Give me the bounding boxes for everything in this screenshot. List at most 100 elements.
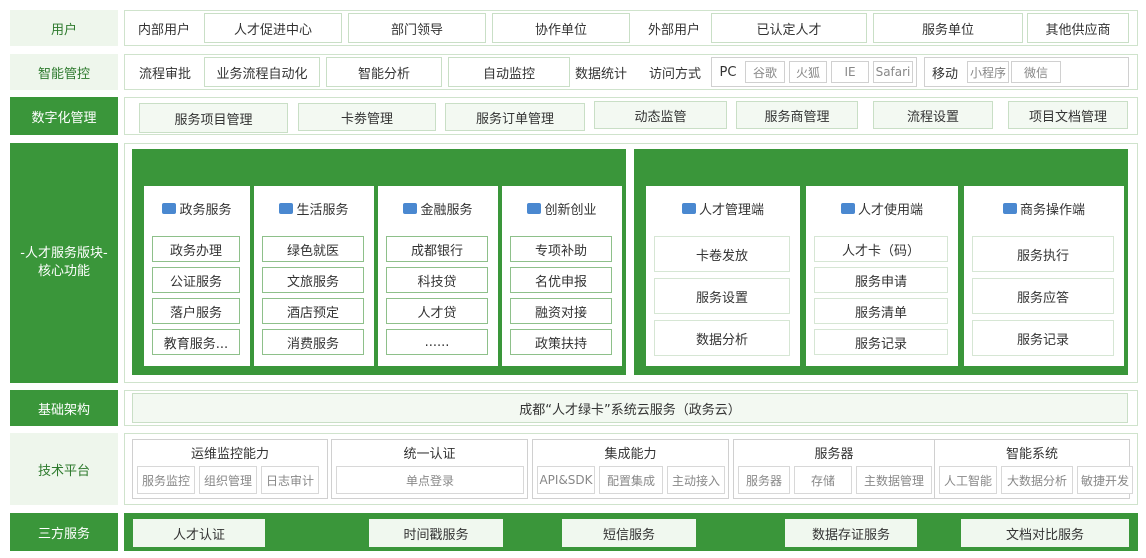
- digital-card-voucher: 卡劵管理: [298, 103, 436, 131]
- core-label-line1: -人才服务版块-: [20, 246, 108, 261]
- row-label-digital: 数字化管理: [10, 97, 118, 135]
- core-label-line2: 核心功能: [37, 264, 90, 279]
- external-users-label: 外部用户: [647, 22, 700, 38]
- user-manage-icon: [681, 202, 696, 214]
- browser-ie: IE: [831, 61, 869, 83]
- tech-sub-item: 大数据分析: [1001, 466, 1073, 494]
- digital-process-settings: 流程设置: [873, 101, 993, 129]
- tech-sub-item: 单点登录: [336, 466, 524, 494]
- core-card-item: 人才贷: [386, 298, 488, 324]
- core-card-title: 人才管理端: [646, 196, 800, 220]
- core-card-title: 政务服务: [144, 196, 250, 220]
- core-card-item: 专项补助: [510, 236, 612, 262]
- tech-sub-item: 服务监控: [137, 466, 195, 494]
- flow-automation: 业务流程自动化: [204, 57, 320, 87]
- tech-sub-item: 主动接入: [667, 466, 725, 494]
- access-method-label: 访问方式: [648, 66, 701, 82]
- digital-service-order: 服务订单管理: [445, 103, 585, 131]
- core-card-item: 人才卡（码）: [814, 236, 948, 262]
- core-card-title-text: 金融服务: [420, 202, 473, 218]
- core-card-title: 金融服务: [378, 196, 498, 220]
- browser-safari: Safari: [873, 61, 913, 83]
- internal-users-label: 内部用户: [137, 22, 190, 38]
- mobile-label: 移动: [931, 66, 958, 82]
- digital-provider-management: 服务商管理: [736, 101, 858, 129]
- core-card-item: 教育服务...: [152, 329, 240, 355]
- core-card-item: 酒店预定: [262, 298, 364, 324]
- core-card-item: 服务执行: [972, 236, 1114, 272]
- third-party-item: 人才认证: [132, 518, 266, 548]
- core-card-title-text: 创新创业: [544, 202, 597, 218]
- user-partner-unit: 协作单位: [492, 13, 630, 43]
- tech-sub-item: 存储: [794, 466, 852, 494]
- row-label-users: 用户: [10, 10, 118, 46]
- core-card-item: 政策扶持: [510, 329, 612, 355]
- third-party-item: 时间戳服务: [368, 518, 504, 548]
- core-card-title: 人才使用端: [806, 196, 958, 220]
- core-card-title-text: 人才管理端: [698, 202, 764, 218]
- tech-sub-item: API&SDK: [537, 466, 595, 494]
- digital-service-project: 服务项目管理: [139, 103, 288, 133]
- tech-sub-item: 配置集成: [599, 466, 663, 494]
- core-card-item: 消费服务: [262, 329, 364, 355]
- core-card-item: 文旅服务: [262, 267, 364, 293]
- infra-cloud-service: 成都“人才绿卡”系统云服务（政务云）: [132, 393, 1128, 423]
- flow-auto-monitor: 自动监控: [448, 57, 570, 87]
- row-label-smart-control: 智能管控: [10, 54, 118, 90]
- third-party-item: 文档对比服务: [960, 518, 1130, 548]
- core-card-item: 服务记录: [814, 329, 948, 355]
- user-other-supplier: 其他供应商: [1027, 13, 1129, 43]
- flow-smart-analysis: 智能分析: [326, 57, 442, 87]
- core-card-item: 政务办理: [152, 236, 240, 262]
- tech-sub-item: 服务器: [738, 466, 790, 494]
- data-statistics: 数据统计: [574, 66, 627, 82]
- core-card-item: 融资对接: [510, 298, 612, 324]
- core-card-item: 科技贷: [386, 267, 488, 293]
- briefcase-icon: [403, 202, 418, 214]
- core-card-item: 服务清单: [814, 298, 948, 324]
- id-card-icon: [162, 202, 177, 214]
- tech-group-title: 统一认证: [403, 446, 456, 462]
- user-talent-center: 人才促进中心: [204, 13, 342, 43]
- flow-approval-label: 流程审批: [138, 66, 191, 82]
- mobile-miniprogram: 小程序: [967, 61, 1009, 83]
- tech-group-title: 服务器: [814, 446, 854, 462]
- row-label-infra: 基础架构: [10, 390, 118, 426]
- core-card-item: 落户服务: [152, 298, 240, 324]
- row-label-core: -人才服务版块- 核心功能: [10, 143, 118, 383]
- tech-sub-item: 日志审计: [261, 466, 319, 494]
- core-card-item: 服务申请: [814, 267, 948, 293]
- row-label-third: 三方服务: [10, 513, 118, 551]
- core-card-title: 创新创业: [502, 196, 622, 220]
- core-card-title: 生活服务: [254, 196, 374, 220]
- tech-group-title: 运维监控能力: [190, 446, 269, 462]
- user-certified-talent: 已认定人才: [711, 13, 867, 43]
- core-card-title: 商务操作端: [964, 196, 1124, 220]
- core-card-item: 服务应答: [972, 278, 1114, 314]
- core-card-title-text: 人才使用端: [857, 202, 923, 218]
- mobile-wechat: 微信: [1011, 61, 1061, 83]
- third-party-item: 数据存证服务: [784, 518, 918, 548]
- tech-group-title: 集成能力: [604, 446, 657, 462]
- browser-firefox: 火狐: [789, 61, 827, 83]
- tech-sub-item: 人工智能: [939, 466, 997, 494]
- digital-doc-management: 项目文档管理: [1008, 101, 1128, 129]
- tech-group-title: 智能系统: [1005, 446, 1058, 462]
- core-card-item: 名优申报: [510, 267, 612, 293]
- folder-icon: [527, 202, 542, 214]
- row-label-tech: 技术平台: [10, 433, 118, 505]
- core-card-item: 成都银行: [386, 236, 488, 262]
- core-card-item: ......: [386, 329, 488, 355]
- tech-sub-item: 组织管理: [199, 466, 257, 494]
- browser-chrome: 谷歌: [745, 61, 785, 83]
- core-card-item: 公证服务: [152, 267, 240, 293]
- core-card-item: 绿色就医: [262, 236, 364, 262]
- user-use-icon: [840, 202, 855, 214]
- core-card-item: 服务记录: [972, 320, 1114, 356]
- user-service-unit: 服务单位: [873, 13, 1023, 43]
- tech-sub-item: 主数据管理: [856, 466, 932, 494]
- core-card-item: 卡卷发放: [654, 236, 790, 272]
- pc-label: PC: [719, 64, 737, 80]
- tech-sub-item: 敏捷开发: [1077, 466, 1133, 494]
- digital-dynamic-supervision: 动态监管: [594, 101, 727, 129]
